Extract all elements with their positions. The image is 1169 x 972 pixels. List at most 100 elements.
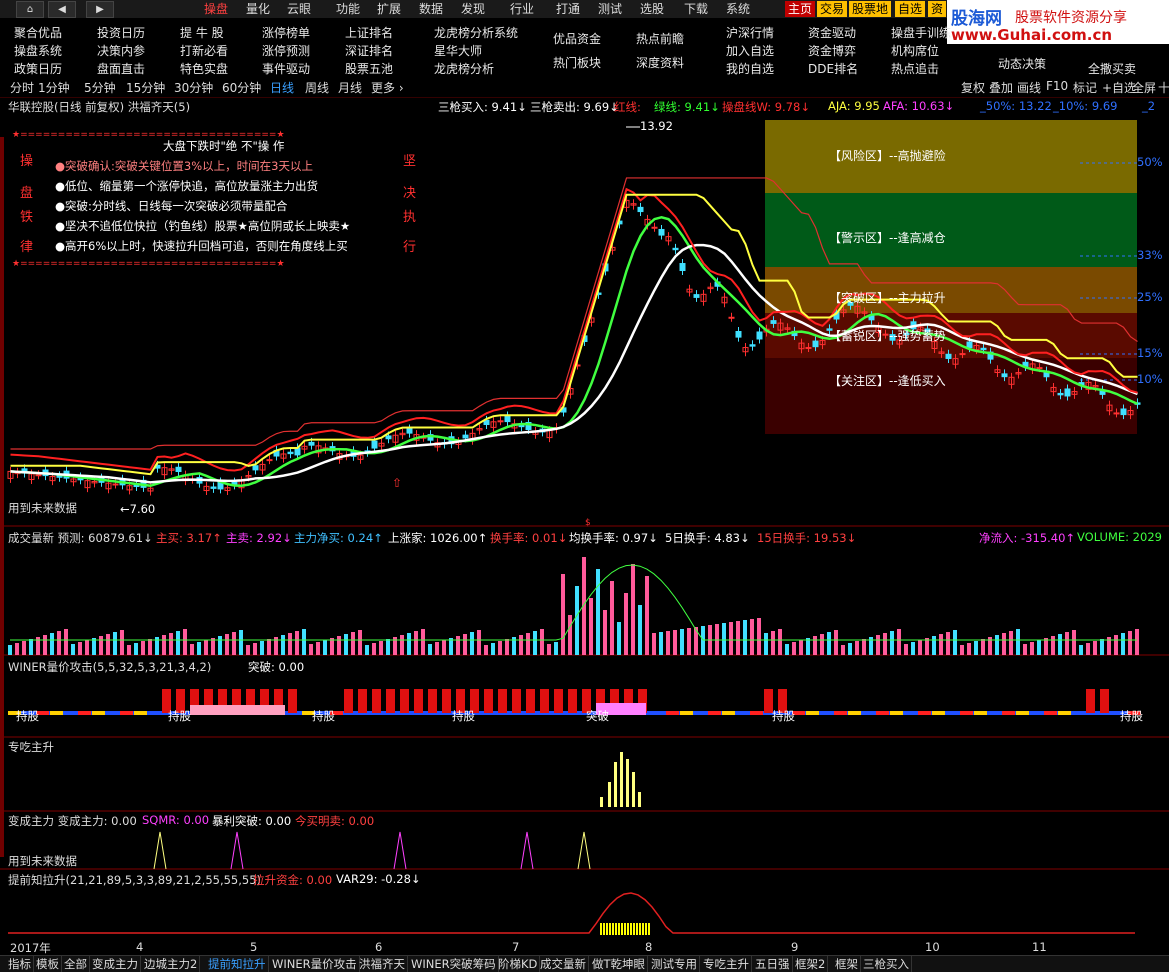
top-tag-3[interactable]: 自选 — [895, 1, 926, 17]
quick-link[interactable]: 提 牛 股 — [180, 24, 224, 41]
indicator-tab[interactable]: 测试专用 — [649, 956, 700, 972]
quick-link[interactable]: 聚合优品 — [14, 24, 62, 41]
indicator-tab[interactable]: 指标 — [6, 956, 34, 972]
quick-link[interactable]: 我的自选 — [726, 60, 774, 77]
chart-canvas[interactable]: ★==================================★ ★===… — [0, 97, 1169, 939]
quick-link[interactable]: 涨停榜单 — [262, 24, 310, 41]
tool-2[interactable]: 画线 — [1017, 79, 1041, 96]
period-9[interactable]: 更多 › — [371, 79, 404, 96]
indicator-tab[interactable]: 全部 — [62, 956, 90, 972]
forward-icon[interactable]: ▶ — [86, 1, 114, 18]
quick-link[interactable]: 涨停预测 — [262, 42, 310, 59]
quick-link[interactable]: 动态决策 — [998, 55, 1046, 72]
volume-bar — [953, 630, 957, 655]
period-5[interactable]: 60分钟 — [222, 79, 261, 96]
indicator-tab[interactable]: 五日强 — [753, 956, 793, 972]
indicator-tab[interactable]: 提前知拉升 — [206, 956, 269, 972]
quick-link[interactable]: 星华大师 — [434, 42, 482, 59]
top-tag-2[interactable]: 股票地 — [849, 1, 892, 17]
quick-link[interactable]: 资金驱动 — [808, 24, 856, 41]
period-7[interactable]: 周线 — [305, 79, 329, 96]
indicator-tab[interactable]: 模板 — [34, 956, 62, 972]
menu-12[interactable]: 系统 — [726, 0, 750, 18]
volume-bar — [127, 645, 131, 655]
quick-link[interactable]: 特色实盘 — [180, 60, 228, 77]
tool-7[interactable]: 十 — [1158, 79, 1169, 96]
menu-9[interactable]: 测试 — [598, 0, 622, 18]
menu-8[interactable]: 打通 — [556, 0, 580, 18]
quick-link[interactable]: DDE排名 — [808, 60, 858, 77]
quick-link[interactable]: 盘面直击 — [97, 60, 145, 77]
top-tag-4[interactable]: 资 — [928, 1, 947, 17]
home-icon[interactable]: ⌂ — [16, 1, 44, 18]
tool-6[interactable]: 全屏 — [1132, 79, 1156, 96]
quick-link[interactable]: 沪深行情 — [726, 24, 774, 41]
top-tag-1[interactable]: 交易 — [817, 1, 848, 17]
menu-5[interactable]: 数据 — [419, 0, 443, 18]
period-0[interactable]: 分时 — [10, 79, 34, 96]
indicator-tab[interactable]: 成交量新 — [538, 956, 589, 972]
tool-0[interactable]: 复权 — [961, 79, 985, 96]
quick-link[interactable]: 操盘手训练 — [891, 24, 951, 41]
quick-link[interactable]: 政策日历 — [14, 60, 62, 77]
tool-3[interactable]: F10 — [1046, 79, 1068, 93]
menu-4[interactable]: 扩展 — [377, 0, 401, 18]
quick-link[interactable]: 深证排名 — [345, 42, 393, 59]
menu-11[interactable]: 下载 — [684, 0, 708, 18]
tool-4[interactable]: 标记 — [1073, 79, 1097, 96]
volume-bar — [15, 643, 19, 655]
volume-bar — [372, 643, 376, 655]
menu-3[interactable]: 功能 — [336, 0, 360, 18]
quick-link[interactable]: 龙虎榜分析系统 — [434, 24, 518, 41]
indicator-tab[interactable]: WINER量价攻击 — [270, 956, 360, 972]
quick-link[interactable]: 热门板块 — [553, 54, 601, 71]
volume-bar — [484, 645, 488, 655]
top-tag-0[interactable]: 主页 — [785, 1, 816, 17]
quick-link[interactable]: 加入自选 — [726, 42, 774, 59]
indicator-tab[interactable]: 框架 — [833, 956, 861, 972]
menu-1[interactable]: 量化 — [246, 0, 270, 18]
indicator-tab[interactable]: 变成主力 — [90, 956, 141, 972]
quick-link[interactable]: 决策内参 — [97, 42, 145, 59]
menu-10[interactable]: 选股 — [640, 0, 664, 18]
period-1[interactable]: 1分钟 — [38, 79, 70, 96]
date-label: 10 — [925, 940, 940, 954]
back-icon[interactable]: ◀ — [48, 1, 76, 18]
quick-link[interactable]: 打新必看 — [180, 42, 228, 59]
quick-link[interactable]: 股票五池 — [345, 60, 393, 77]
tool-1[interactable]: 叠加 — [989, 79, 1013, 96]
period-3[interactable]: 15分钟 — [126, 79, 165, 96]
quick-link[interactable]: 资金博弈 — [808, 42, 856, 59]
indicator-tab[interactable]: 阶梯KD — [496, 956, 541, 972]
indicator-tab[interactable]: 框架2 — [793, 956, 829, 972]
tool-5[interactable]: +自选 — [1102, 79, 1136, 96]
quick-link[interactable]: 优品资金 — [553, 30, 601, 47]
volume-bar — [1002, 633, 1006, 655]
quick-link[interactable]: 龙虎榜分析 — [434, 60, 494, 77]
volume-bar — [1009, 631, 1013, 655]
indicator-tab[interactable]: 洪福齐天 — [357, 956, 408, 972]
quick-link[interactable]: 热点追击 — [891, 60, 939, 77]
indicator-tab[interactable]: WINER突破筹码 — [409, 956, 499, 972]
quick-link[interactable]: 事件驱动 — [262, 60, 310, 77]
quick-link[interactable]: 深度资料 — [636, 54, 684, 71]
quick-link[interactable]: 操盘系统 — [14, 42, 62, 59]
menu-0[interactable]: 操盘 — [204, 0, 228, 18]
indicator-tab[interactable]: 专吃主升 — [701, 956, 752, 972]
quick-link[interactable]: 全撒买卖 — [1088, 60, 1136, 77]
indicator-tab[interactable]: 边城主力2 — [142, 956, 201, 972]
period-4[interactable]: 30分钟 — [174, 79, 213, 96]
period-6[interactable]: 日线 — [270, 79, 294, 96]
period-2[interactable]: 5分钟 — [84, 79, 116, 96]
menu-7[interactable]: 行业 — [510, 0, 534, 18]
period-8[interactable]: 月线 — [338, 79, 362, 96]
menu-2[interactable]: 云眼 — [287, 0, 311, 18]
menu-6[interactable]: 发现 — [461, 0, 485, 18]
quick-link[interactable]: 机构席位 — [891, 42, 939, 59]
indicator-tab[interactable]: 三枪买入 — [861, 956, 912, 972]
quick-link[interactable]: 上证排名 — [345, 24, 393, 41]
quick-link[interactable]: 热点前瞻 — [636, 30, 684, 47]
volume-bar — [778, 629, 782, 655]
indicator-tab[interactable]: 做T乾坤眼 — [590, 956, 649, 972]
quick-link[interactable]: 投资日历 — [97, 24, 145, 41]
